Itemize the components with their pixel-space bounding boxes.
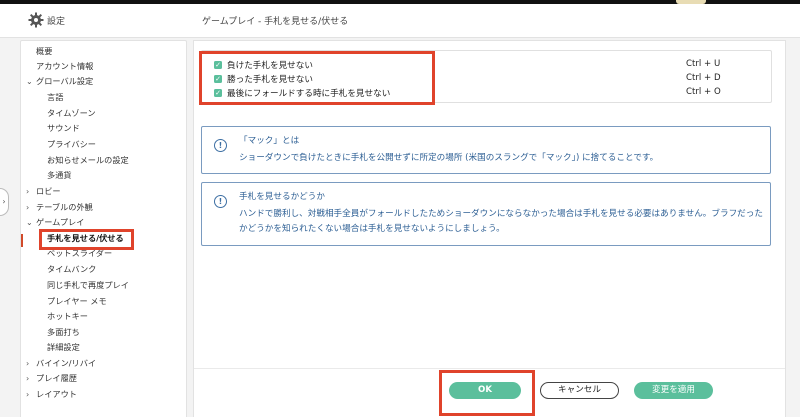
chevron-right-icon[interactable]: › — [26, 373, 36, 385]
sidebar-item-label: プレイ履歴 — [36, 373, 77, 383]
info-icon: ! — [214, 195, 227, 208]
sidebar-item-label: 言語 — [47, 92, 64, 102]
sidebar-item[interactable]: 言語 — [47, 91, 63, 103]
sidebar-item[interactable]: ホットキー — [47, 310, 88, 322]
shortcut-label: Ctrl + D — [686, 73, 721, 83]
chevron-down-icon[interactable]: ⌄ — [26, 76, 36, 88]
info-box-muck: ! 「マック」とは ショーダウンで負けたときに手札を公開せずに所定の場所 (米国… — [201, 126, 771, 174]
info-body: ショーダウンで負けたときに手札を公開せずに所定の場所 (米国のスラングで「マック… — [239, 153, 659, 163]
sidebar-item[interactable]: 概要 — [36, 45, 52, 57]
page-title: ゲームプレイ - 手札を見せる/伏せる — [202, 17, 349, 27]
highlight-options — [199, 51, 435, 105]
sidebar-item[interactable]: 多通貨 — [47, 169, 72, 181]
sidebar-item-label: 同じ手札で再度プレイ — [47, 280, 129, 290]
sidebar-item-label: プライバシー — [47, 139, 96, 149]
sidebar-item[interactable]: アカウント情報 — [36, 60, 93, 72]
shortcut-label: Ctrl + U — [686, 59, 721, 69]
chevron-right-icon[interactable]: › — [26, 358, 36, 370]
chevron-right-icon[interactable]: › — [26, 202, 36, 214]
info-body: ハンドで勝利し、対戦相手全員がフォールドしたためショーダウンにならなかった場合は… — [239, 209, 763, 234]
sidebar-item-label: レイアウト — [36, 389, 77, 399]
sidebar-item[interactable]: ⌄ グローバル設定 — [26, 75, 93, 88]
active-indicator — [21, 234, 23, 247]
settings-title: 設定 — [47, 17, 66, 27]
info-title: 「マック」とは — [239, 136, 300, 146]
sidebar-item[interactable]: ⌄ ゲームプレイ — [26, 216, 84, 229]
chevron-right-icon[interactable]: › — [26, 389, 36, 401]
sidebar-item[interactable]: タイムゾーン — [47, 107, 96, 119]
sidebar-item-label: プレイヤー メモ — [47, 296, 107, 306]
sidebar-item[interactable]: 詳細設定 — [47, 341, 80, 353]
sidebar-item[interactable]: › レイアウト — [26, 388, 77, 401]
sidebar-item-label: タイムバンク — [47, 264, 97, 274]
sidebar-item-label: グローバル設定 — [36, 76, 94, 86]
info-title: 手札を見せるかどうか — [239, 192, 325, 202]
sidebar-item[interactable]: サウンド — [47, 122, 80, 134]
sidebar-item-label: 多面打ち — [47, 327, 80, 337]
sidebar-item-label: テーブルの外観 — [36, 202, 93, 212]
cancel-button[interactable]: キャンセル — [540, 382, 619, 399]
sidebar-item-label: ホットキー — [47, 311, 88, 321]
sidebar-item-label: お知らせメールの設定 — [47, 155, 129, 165]
sidebar-item-label: ゲームプレイ — [36, 217, 85, 227]
highlight-active-nav — [39, 229, 134, 250]
sidebar-item[interactable]: › バイイン/リバイ — [26, 357, 96, 370]
sidebar-item-label: 多通貨 — [47, 170, 72, 180]
sidebar-item-label: アカウント情報 — [36, 61, 94, 71]
highlight-ok-button — [439, 370, 535, 416]
sidebar-item-label: 詳細設定 — [47, 342, 80, 352]
sidebar-collapse-handle[interactable]: › — [0, 188, 9, 216]
sidebar-item[interactable]: プレイヤー メモ — [47, 295, 107, 307]
sidebar-item[interactable]: 多面打ち — [47, 326, 80, 338]
apply-changes-button[interactable]: 変更を適用 — [634, 382, 713, 399]
sidebar-item-label: 概要 — [36, 46, 53, 56]
sidebar-item[interactable]: 同じ手札で再度プレイ — [47, 279, 129, 291]
sidebar-item-label: タイムゾーン — [47, 108, 96, 118]
footer-divider — [194, 368, 785, 369]
sidebar-item-label: ロビー — [36, 186, 61, 196]
sidebar-item-label: バイイン/リバイ — [36, 358, 97, 368]
sidebar-item[interactable]: › テーブルの外観 — [26, 201, 93, 214]
sidebar-item-label: サウンド — [47, 123, 80, 133]
header: 設定 ゲームプレイ - 手札を見せる/伏せる — [0, 4, 800, 38]
info-icon: ! — [214, 139, 227, 152]
sidebar-item[interactable]: プライバシー — [47, 138, 96, 150]
sidebar-item[interactable]: › ロビー — [26, 185, 61, 198]
sidebar-item[interactable]: › プレイ履歴 — [26, 372, 77, 385]
gear-icon — [28, 12, 44, 28]
chevron-right-icon[interactable]: › — [26, 186, 36, 198]
sidebar-item[interactable]: お知らせメールの設定 — [47, 154, 129, 166]
chevron-down-icon[interactable]: ⌄ — [26, 217, 36, 229]
info-box-show-cards: ! 手札を見せるかどうか ハンドで勝利し、対戦相手全員がフォールドしたためショー… — [201, 182, 771, 246]
sidebar-item[interactable]: タイムバンク — [47, 263, 96, 275]
shortcut-label: Ctrl + O — [686, 87, 721, 97]
